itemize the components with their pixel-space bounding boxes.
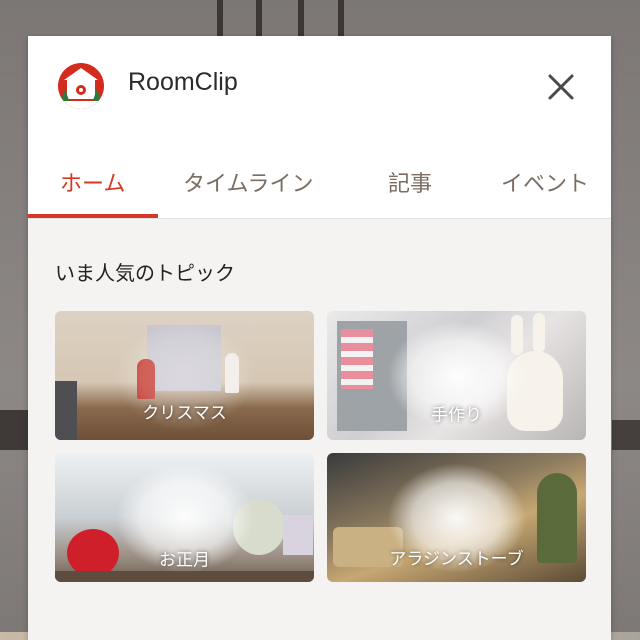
background-furniture [612, 420, 640, 450]
topic-label: お正月 [159, 550, 210, 571]
decor-tray [55, 571, 314, 582]
sheet-header: RoomClip [28, 36, 611, 140]
menu-sheet: RoomClip ホーム タイムライン 記事 イベント いま人気のトピック クリ… [28, 36, 611, 640]
topic-label: クリスマス [142, 403, 227, 424]
home-content: いま人気のトピック クリスマス 手作り お正月 アラジンストーブ [28, 219, 611, 640]
tab-bar: ホーム タイムライン 記事 イベント [28, 140, 611, 219]
tab-articles[interactable]: 記事 [388, 166, 432, 198]
background-bar [298, 0, 304, 40]
tab-events[interactable]: イベント [501, 166, 589, 198]
topic-card-christmas[interactable]: クリスマス [55, 311, 314, 440]
topic-card-aladdin-stove[interactable]: アラジンストーブ [327, 453, 586, 582]
decor-fabric [341, 329, 373, 389]
app-title: RoomClip [128, 68, 238, 96]
tab-home[interactable]: ホーム [60, 166, 125, 198]
background-bar [338, 0, 344, 40]
roomclip-logo-icon [58, 63, 104, 109]
topic-label: 手作り [431, 405, 482, 426]
close-icon[interactable] [544, 70, 578, 104]
tab-timeline[interactable]: タイムライン [183, 166, 313, 198]
topic-card-new-year[interactable]: お正月 [55, 453, 314, 582]
background-bar [217, 0, 223, 40]
active-tab-indicator [28, 214, 158, 218]
topic-label: アラジンストーブ [389, 549, 524, 570]
background-bar [256, 0, 262, 40]
background-furniture [0, 410, 28, 450]
section-title: いま人気のトピック [55, 261, 235, 285]
topic-card-handmade[interactable]: 手作り [327, 311, 586, 440]
decor-bunny-ear [533, 313, 545, 353]
